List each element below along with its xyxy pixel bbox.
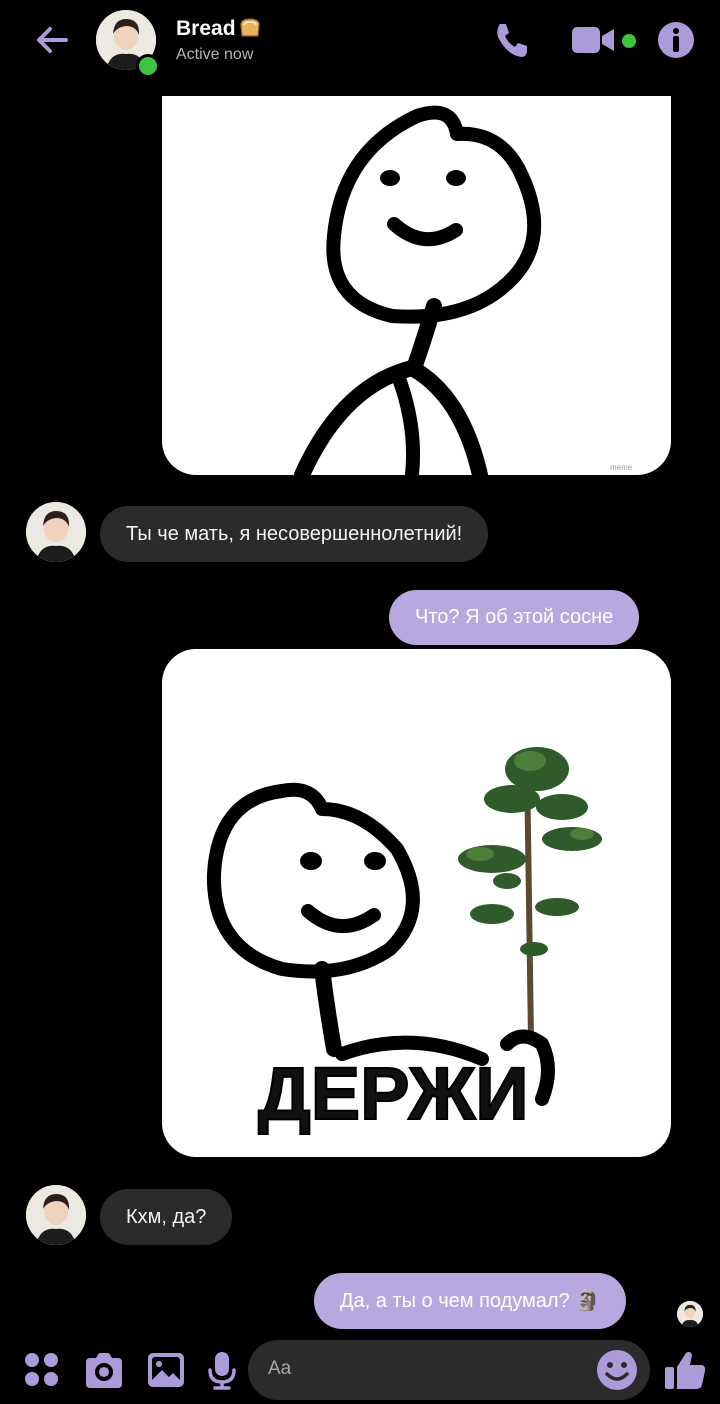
video-call-button[interactable] xyxy=(570,22,618,58)
voice-call-button[interactable] xyxy=(490,18,534,62)
message-input[interactable] xyxy=(248,1340,650,1400)
online-status-dot xyxy=(136,54,160,78)
contact-name[interactable]: Bread xyxy=(176,16,262,41)
meme-image-pine-tree[interactable]: ДЕРЖИ xyxy=(162,649,671,1157)
meme-caption: ДЕРЖИ xyxy=(258,1052,529,1135)
sender-avatar[interactable] xyxy=(26,502,86,562)
phone-icon xyxy=(497,24,527,57)
incoming-message-bubble[interactable]: Кхм, да? xyxy=(100,1189,233,1245)
apps-icon xyxy=(25,1353,58,1386)
active-status: Active now xyxy=(176,46,254,63)
emoji-button[interactable] xyxy=(596,1349,638,1391)
message-input-placeholder: Aa xyxy=(268,1358,292,1379)
camera-icon xyxy=(86,1353,122,1388)
bread-emoji-icon xyxy=(239,18,260,37)
video-camera-icon xyxy=(572,27,614,53)
back-arrow-icon xyxy=(37,27,68,53)
image-watermark: meme xyxy=(610,463,633,472)
info-icon xyxy=(658,22,694,58)
read-receipt-avatar xyxy=(677,1301,703,1327)
camera-button[interactable] xyxy=(82,1348,126,1392)
apps-button[interactable] xyxy=(20,1348,64,1392)
contact-name-text: Bread xyxy=(176,17,236,40)
outgoing-message-bubble[interactable]: Да, а ты о чем подумал? 🗿 xyxy=(314,1273,627,1329)
meme-image-stick-figure[interactable] xyxy=(162,96,671,475)
like-button[interactable] xyxy=(662,1347,708,1393)
microphone-button[interactable] xyxy=(200,1348,244,1392)
emoji-icon xyxy=(597,1350,637,1390)
video-active-dot xyxy=(622,34,636,48)
thumbs-up-icon xyxy=(665,1351,706,1389)
sender-avatar[interactable] xyxy=(26,1185,86,1245)
outgoing-message-bubble[interactable]: Что? Я об этой сосне xyxy=(389,590,640,645)
gallery-button[interactable] xyxy=(144,1348,188,1392)
incoming-message-bubble[interactable]: Ты че мать, я несовершеннолетний! xyxy=(100,506,489,562)
gallery-icon xyxy=(148,1353,184,1387)
info-button[interactable] xyxy=(654,18,698,62)
microphone-icon xyxy=(208,1352,236,1390)
back-button[interactable] xyxy=(30,18,74,62)
